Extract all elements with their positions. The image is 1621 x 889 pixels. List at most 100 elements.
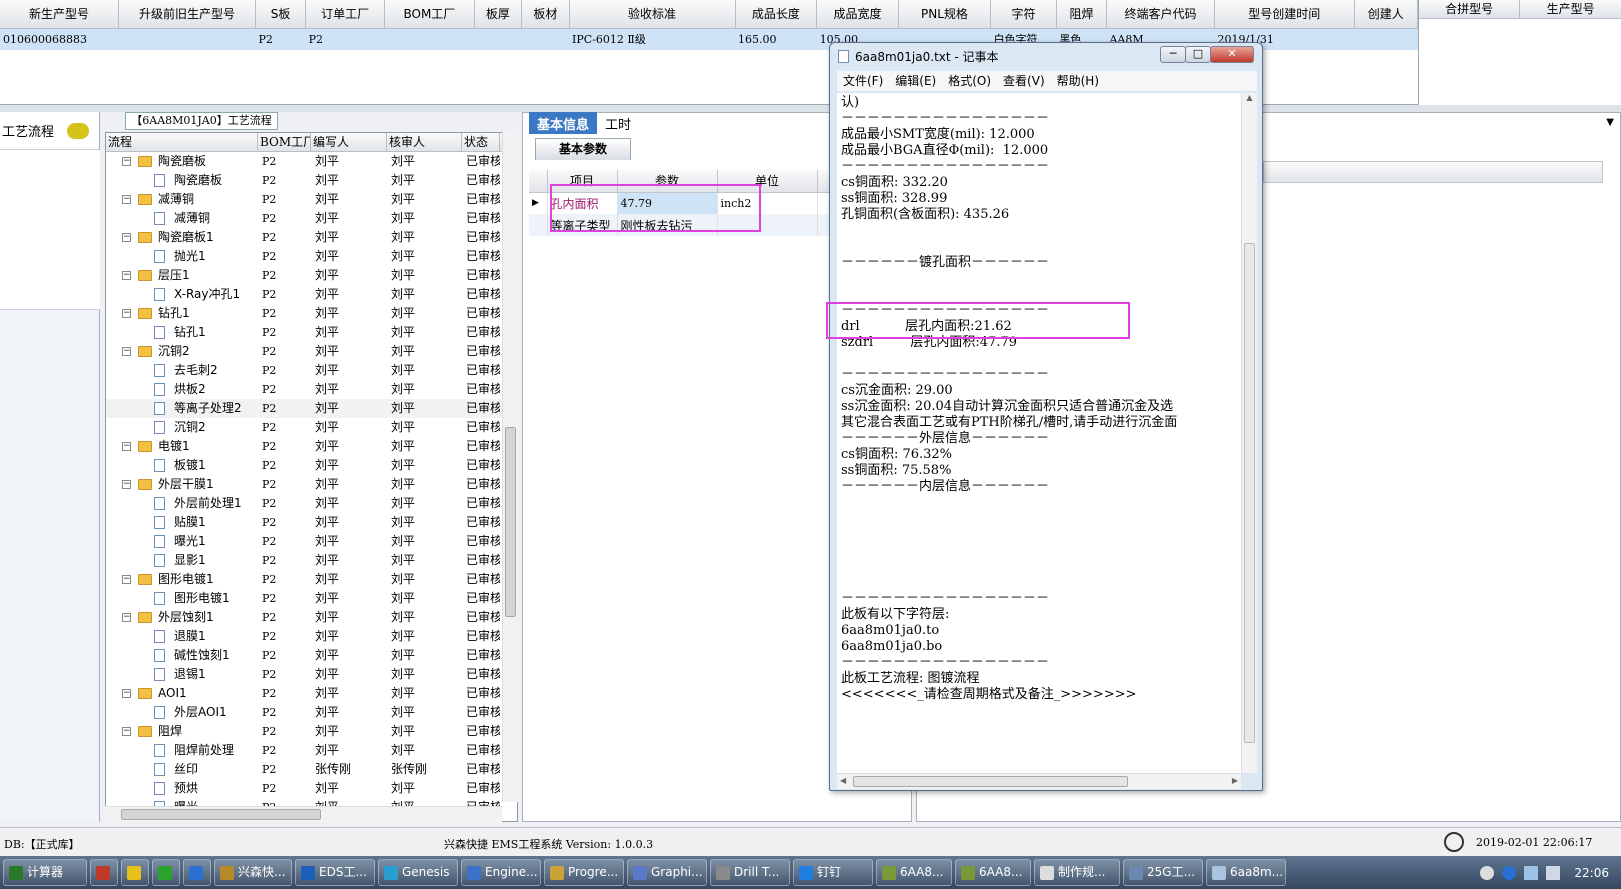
- network-icon[interactable]: [1524, 865, 1539, 880]
- taskbar-button[interactable]: [90, 859, 118, 886]
- grid-col-header[interactable]: 成品长度: [735, 0, 818, 29]
- menu-item[interactable]: 编辑(E): [889, 71, 942, 91]
- grid-cell[interactable]: P2: [255, 28, 306, 50]
- grid-cell[interactable]: [474, 28, 522, 50]
- grid-col-header[interactable]: 阻焊: [1056, 0, 1107, 29]
- tree-row[interactable]: − 钻孔1 P2 刘平 刘平 已审核: [106, 304, 517, 323]
- scroll-thumb[interactable]: [853, 776, 1128, 787]
- taskbar-button[interactable]: EDS工...: [295, 859, 375, 886]
- taskbar-button[interactable]: 6aa8m...: [1206, 859, 1286, 886]
- grid-col-header[interactable]: 新生产型号: [0, 0, 120, 29]
- grid-cell[interactable]: [521, 28, 570, 50]
- notepad-vertical-scrollbar[interactable]: ▲: [1241, 93, 1257, 773]
- tree-row[interactable]: − 减薄铜 P2 刘平 刘平 已审核: [106, 190, 517, 209]
- tree-row[interactable]: 烘板2 P2 刘平 刘平 已审核: [106, 380, 517, 399]
- grid-col-header[interactable]: 成品宽度: [816, 0, 899, 29]
- taskbar-button[interactable]: 25G工...: [1123, 859, 1203, 886]
- grid-col-header[interactable]: 板厚: [474, 0, 523, 29]
- tree-row[interactable]: 退膜1 P2 刘平 刘平 已审核: [106, 627, 517, 646]
- tree-col-header[interactable]: 流程: [106, 133, 258, 151]
- menu-item[interactable]: 格式(O): [942, 71, 997, 91]
- tree-row[interactable]: 沉铜2 P2 刘平 刘平 已审核: [106, 418, 517, 437]
- tree-col-header[interactable]: 编写人: [311, 133, 387, 151]
- tree-row[interactable]: − 电镀1 P2 刘平 刘平 已审核: [106, 437, 517, 456]
- collapse-icon[interactable]: −: [122, 271, 131, 280]
- grid-col-header[interactable]: 生产型号: [1519, 0, 1621, 19]
- collapse-icon[interactable]: −: [122, 309, 131, 318]
- collapse-icon[interactable]: −: [122, 689, 131, 698]
- tray-icon[interactable]: [1480, 865, 1495, 880]
- tree-row[interactable]: − 层压1 P2 刘平 刘平 已审核: [106, 266, 517, 285]
- grid-col-header[interactable]: 验收标准: [569, 0, 736, 29]
- tree-row[interactable]: − 图形电镀1 P2 刘平 刘平 已审核: [106, 570, 517, 589]
- tree-col-header[interactable]: 核审人: [387, 133, 462, 151]
- taskbar-button[interactable]: 6AA8...: [955, 859, 1031, 886]
- tree-row[interactable]: 外层前处理1 P2 刘平 刘平 已审核: [106, 494, 517, 513]
- collapse-icon[interactable]: −: [122, 233, 131, 242]
- tree-row[interactable]: 碱性蚀刻1 P2 刘平 刘平 已审核: [106, 646, 517, 665]
- taskbar-button[interactable]: [121, 859, 149, 886]
- tab-basic-params[interactable]: 基本参数: [535, 138, 631, 160]
- tree-row[interactable]: 贴膜1 P2 刘平 刘平 已审核: [106, 513, 517, 532]
- tree-row[interactable]: 钻孔1 P2 刘平 刘平 已审核: [106, 323, 517, 342]
- tree-row[interactable]: 显影1 P2 刘平 刘平 已审核: [106, 551, 517, 570]
- menu-item[interactable]: 文件(F): [837, 71, 889, 91]
- menu-item[interactable]: 查看(V): [997, 71, 1051, 91]
- scroll-thumb[interactable]: [1244, 243, 1255, 743]
- tree-row[interactable]: 减薄铜 P2 刘平 刘平 已审核: [106, 209, 517, 228]
- tree-row[interactable]: 丝印 P2 张传刚 张传刚 已审核: [106, 760, 517, 779]
- taskbar-button[interactable]: Genesis: [378, 859, 458, 886]
- taskbar-button[interactable]: [152, 859, 180, 886]
- collapse-icon[interactable]: −: [122, 727, 131, 736]
- grid-cell[interactable]: 165.00: [735, 28, 817, 50]
- scroll-thumb[interactable]: [505, 427, 516, 617]
- close-button[interactable]: ✕: [1210, 46, 1254, 63]
- tree-vertical-scrollbar[interactable]: [502, 132, 518, 802]
- tree-row[interactable]: − 沉铜2 P2 刘平 刘平 已审核: [106, 342, 517, 361]
- horizontal-splitter[interactable]: [0, 105, 1621, 112]
- volume-icon[interactable]: [1546, 865, 1561, 880]
- minimize-button[interactable]: ─: [1160, 46, 1186, 63]
- grid-cell[interactable]: [118, 28, 256, 50]
- grid-col-header[interactable]: 合拼型号: [1419, 0, 1521, 19]
- taskbar-button[interactable]: Engine...: [461, 859, 541, 886]
- grid-col-header[interactable]: S板: [255, 0, 307, 29]
- tree-row[interactable]: − 陶瓷磨板1 P2 刘平 刘平 已审核: [106, 228, 517, 247]
- grid-cell[interactable]: [1354, 28, 1418, 50]
- grid-cell[interactable]: [384, 28, 475, 50]
- grid-cell[interactable]: 010600068883: [0, 28, 119, 50]
- grid-col-header[interactable]: BOM工厂: [384, 0, 475, 29]
- taskbar-button[interactable]: Progre...: [544, 859, 624, 886]
- grid-col-header[interactable]: 字符: [990, 0, 1057, 29]
- taskbar-clock[interactable]: 22:06: [1574, 866, 1609, 880]
- scroll-right-icon[interactable]: ▶: [1232, 776, 1238, 785]
- tab-basic-info[interactable]: 基本信息: [529, 112, 598, 134]
- tree-row[interactable]: 抛光1 P2 刘平 刘平 已审核: [106, 247, 517, 266]
- tree-horizontal-scrollbar[interactable]: [105, 806, 502, 822]
- grid-col-header[interactable]: PNL规格: [898, 0, 992, 29]
- tab-work-hours[interactable]: 工时: [597, 112, 639, 134]
- tree-row[interactable]: 等离子处理2 P2 刘平 刘平 已审核: [106, 399, 517, 418]
- tree-row[interactable]: X-Ray冲孔1 P2 刘平 刘平 已审核: [106, 285, 517, 304]
- taskbar-button[interactable]: 计算器: [3, 859, 87, 886]
- dropdown-arrow-icon[interactable]: ▼: [1606, 117, 1614, 128]
- scroll-thumb[interactable]: [121, 809, 321, 820]
- grid-cell[interactable]: P2: [305, 28, 385, 50]
- comment-icon[interactable]: [67, 122, 89, 139]
- taskbar-button[interactable]: 兴森快...: [214, 859, 292, 886]
- tree-row[interactable]: 图形电镀1 P2 刘平 刘平 已审核: [106, 589, 517, 608]
- tree-row[interactable]: 曝光1 P2 刘平 刘平 已审核: [106, 532, 517, 551]
- grid-col-header[interactable]: 订单工厂: [305, 0, 386, 29]
- collapse-icon[interactable]: −: [122, 575, 131, 584]
- tree-row[interactable]: 去毛刺2 P2 刘平 刘平 已审核: [106, 361, 517, 380]
- tree-row[interactable]: − AOI1 P2 刘平 刘平 已审核: [106, 684, 517, 703]
- grid-col-header[interactable]: 创建人: [1354, 0, 1419, 29]
- scroll-left-icon[interactable]: ◀: [840, 776, 846, 785]
- tree-row[interactable]: − 外层蚀刻1 P2 刘平 刘平 已审核: [106, 608, 517, 627]
- grid-col-header[interactable]: 升级前旧生产型号: [118, 0, 257, 29]
- tree-col-header[interactable]: 状态: [462, 133, 500, 151]
- tree-row[interactable]: 预烘 P2 刘平 刘平 已审核: [106, 779, 517, 798]
- taskbar-button[interactable]: Drill T...: [710, 859, 790, 886]
- tree-col-header[interactable]: BOM工厂: [258, 133, 311, 151]
- collapse-icon[interactable]: −: [122, 195, 131, 204]
